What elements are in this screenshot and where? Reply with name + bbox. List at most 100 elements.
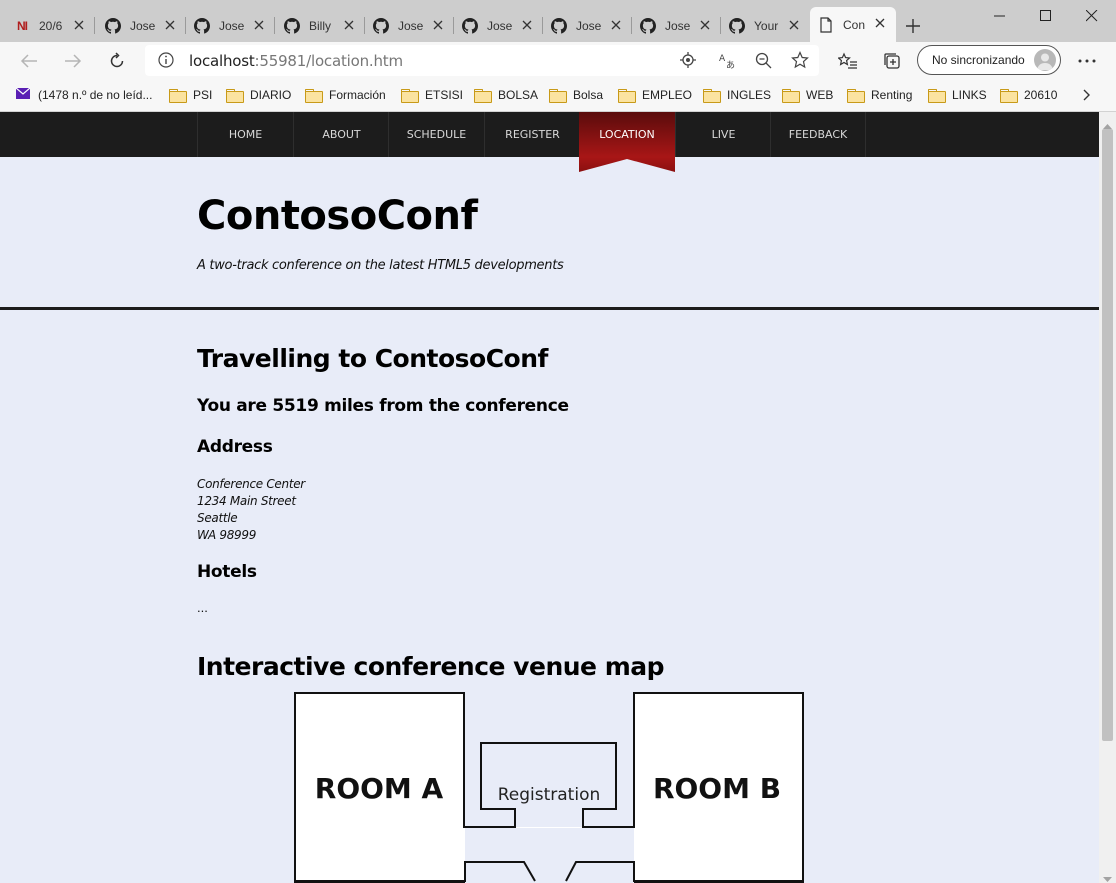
- folder-icon: [618, 89, 636, 103]
- nav-about[interactable]: ABOUT: [293, 112, 389, 157]
- close-icon[interactable]: [787, 18, 801, 32]
- location-tracking-icon[interactable]: [680, 52, 696, 73]
- site-header: ContosoConf A two-track conference on th…: [0, 157, 1099, 310]
- site-title[interactable]: ContosoConf: [197, 193, 478, 239]
- newsletter-icon: NI: [17, 18, 28, 33]
- bookmark-folder-formacion[interactable]: Formación: [305, 85, 386, 105]
- github-icon: [373, 17, 389, 34]
- tab-3[interactable]: Billy: [276, 9, 365, 42]
- tab-9-active[interactable]: Con: [810, 7, 896, 42]
- zoom-out-icon[interactable]: [755, 52, 772, 74]
- favorite-star-icon[interactable]: [791, 51, 809, 74]
- room-b[interactable]: ROOM B: [653, 772, 781, 805]
- room-a[interactable]: ROOM A: [315, 772, 444, 805]
- close-icon[interactable]: [431, 18, 445, 32]
- close-icon[interactable]: [609, 18, 623, 32]
- info-icon[interactable]: [158, 52, 174, 73]
- scroll-down-arrow-icon[interactable]: [1103, 870, 1112, 883]
- tab-4[interactable]: Jose: [365, 9, 454, 42]
- bookmarks-bar: (1478 n.º de no leíd... PSI DIARIO Forma…: [0, 79, 1116, 112]
- tab-5[interactable]: Jose: [454, 9, 543, 42]
- bookmark-folder-empleo[interactable]: EMPLEO: [618, 85, 692, 105]
- nav-location[interactable]: LOCATION: [579, 112, 675, 157]
- vertical-scrollbar[interactable]: [1099, 112, 1116, 883]
- bookmark-folder-bolsa-upper[interactable]: BOLSA: [474, 85, 538, 105]
- github-icon: [729, 17, 745, 34]
- nav-live[interactable]: LIVE: [675, 112, 771, 157]
- tab-strip: NI 20/6 Jose Jose Billy Jose Jose Jose J…: [0, 0, 1116, 42]
- bookmarks-overflow-chevron-icon[interactable]: [1083, 85, 1091, 105]
- svg-text:あ: あ: [726, 60, 735, 69]
- folder-icon: [1000, 89, 1018, 103]
- nav-home[interactable]: HOME: [197, 112, 293, 157]
- nav-register[interactable]: REGISTER: [484, 112, 580, 157]
- folder-icon: [401, 89, 419, 103]
- github-icon: [640, 17, 656, 34]
- collections-icon[interactable]: [881, 50, 903, 72]
- folder-icon: [305, 89, 323, 103]
- browser-toolbar: localhost:55981/location.htm Aあ No sincr…: [0, 42, 1116, 79]
- bookmark-folder-etsisi[interactable]: ETSISI: [401, 85, 463, 105]
- github-icon: [194, 17, 210, 34]
- bookmark-folder-links[interactable]: LINKS: [928, 85, 987, 105]
- maximize-button[interactable]: [1038, 8, 1054, 24]
- forward-arrow-icon[interactable]: [62, 50, 84, 72]
- tab-2[interactable]: Jose: [186, 9, 275, 42]
- folder-icon: [782, 89, 800, 103]
- folder-icon: [549, 89, 567, 103]
- nav-schedule[interactable]: SCHEDULE: [388, 112, 484, 157]
- translate-icon[interactable]: Aあ: [719, 52, 736, 74]
- tab-7[interactable]: Jose: [632, 9, 721, 42]
- close-window-button[interactable]: [1084, 8, 1100, 24]
- bookmark-mail[interactable]: (1478 n.º de no leíd...: [15, 85, 152, 105]
- bookmark-folder-ingles[interactable]: INGLES: [703, 85, 771, 105]
- map-heading: Interactive conference venue map: [197, 652, 665, 681]
- bookmark-folder-bolsa[interactable]: Bolsa: [549, 85, 603, 105]
- svg-text:A: A: [719, 54, 726, 64]
- tab-0[interactable]: NI 20/6: [6, 9, 95, 42]
- profile-sync-button[interactable]: No sincronizando: [917, 45, 1061, 75]
- back-arrow-icon[interactable]: [18, 50, 40, 72]
- close-icon[interactable]: [520, 18, 534, 32]
- registration-area[interactable]: Registration: [498, 785, 601, 805]
- folder-icon: [474, 89, 492, 103]
- svg-text:Registration: Registration: [498, 785, 601, 805]
- address-block: Conference Center 1234 Main Street Seatt…: [197, 477, 305, 542]
- bookmark-folder-diario[interactable]: DIARIO: [226, 85, 291, 105]
- minimize-button[interactable]: [992, 8, 1008, 24]
- tab-1[interactable]: Jose: [97, 9, 186, 42]
- distance-text: You are 5519 miles from the conference: [197, 396, 569, 416]
- site-tagline: A two-track conference on the latest HTM…: [197, 258, 564, 273]
- svg-text:ROOM B: ROOM B: [653, 772, 781, 805]
- bookmark-folder-psi[interactable]: PSI: [169, 85, 212, 105]
- mail-icon: [15, 87, 31, 102]
- close-icon[interactable]: [72, 18, 86, 32]
- hotels-text: ...: [197, 600, 208, 615]
- github-icon: [105, 17, 121, 34]
- bookmark-folder-renting[interactable]: Renting: [847, 85, 912, 105]
- close-icon[interactable]: [252, 18, 266, 32]
- folder-icon: [703, 89, 721, 103]
- page-viewport: HOME ABOUT SCHEDULE REGISTER LIVE FEEDBA…: [0, 112, 1099, 883]
- github-icon: [284, 17, 300, 34]
- close-icon[interactable]: [163, 18, 177, 32]
- close-icon[interactable]: [873, 16, 887, 30]
- nav-feedback[interactable]: FEEDBACK: [770, 112, 866, 157]
- github-icon: [551, 17, 567, 34]
- favorites-list-icon[interactable]: [837, 50, 859, 72]
- close-icon[interactable]: [698, 18, 712, 32]
- folder-icon: [928, 89, 946, 103]
- avatar-icon: [1034, 49, 1056, 71]
- page-heading: Travelling to ContosoConf: [197, 344, 548, 373]
- bookmark-folder-web[interactable]: WEB: [782, 85, 833, 105]
- new-tab-button[interactable]: [903, 16, 923, 36]
- tab-6[interactable]: Jose: [543, 9, 632, 42]
- address-bar[interactable]: localhost:55981/location.htm Aあ: [145, 45, 819, 76]
- tab-8[interactable]: Your: [721, 9, 810, 42]
- refresh-icon[interactable]: [106, 50, 128, 72]
- folder-icon: [169, 89, 187, 103]
- scrollbar-thumb[interactable]: [1102, 129, 1113, 741]
- more-menu-icon[interactable]: [1076, 50, 1098, 72]
- close-icon[interactable]: [342, 18, 356, 32]
- bookmark-folder-20610[interactable]: 20610: [1000, 85, 1057, 105]
